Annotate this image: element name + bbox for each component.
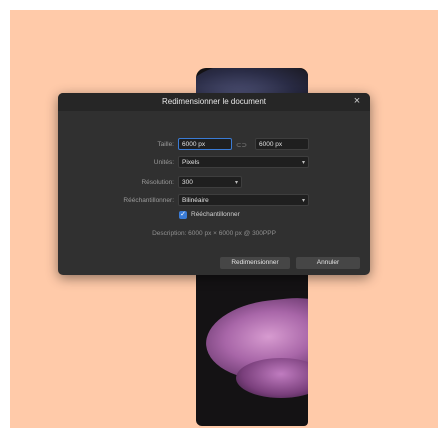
units-value: Pixels <box>182 159 200 166</box>
units-label: Unités: <box>153 159 174 166</box>
chevron-down-icon: ▾ <box>234 180 238 186</box>
size-label: Taille: <box>157 141 174 148</box>
resample-label: Rééchantillonner: <box>123 197 174 204</box>
resize-document-dialog: Redimensionner le document × Taille: 600… <box>58 93 370 275</box>
resample-checkbox[interactable]: ✓ <box>179 211 187 219</box>
chevron-down-icon: ▾ <box>301 160 305 166</box>
close-icon[interactable]: × <box>351 95 363 107</box>
units-select[interactable]: Pixels ▾ <box>178 156 309 168</box>
resize-button[interactable]: Redimensionner <box>220 257 290 269</box>
cancel-button[interactable]: Annuler <box>296 257 360 269</box>
resolution-select[interactable]: 300 ▾ <box>178 176 242 188</box>
app-window: Redimensionner le document × Taille: 600… <box>0 0 444 433</box>
artwork-finger-shape <box>236 358 308 398</box>
checkmark-icon: ✓ <box>180 211 186 218</box>
dialog-titlebar[interactable]: Redimensionner le document × <box>58 93 370 111</box>
resolution-label: Résolution: <box>141 179 174 186</box>
chevron-down-icon: ▾ <box>301 198 305 204</box>
height-input[interactable]: 6000 px <box>255 138 309 150</box>
resample-select[interactable]: Bilinéaire ▾ <box>178 194 309 206</box>
resample-value: Bilinéaire <box>182 197 209 204</box>
width-input[interactable]: 6000 px <box>178 138 232 150</box>
resolution-value: 300 <box>182 179 193 186</box>
size-description: Description: 6000 px × 6000 px @ 300PPP <box>152 230 276 237</box>
link-icon[interactable]: ⊂⊃ <box>236 141 247 149</box>
dialog-title: Redimensionner le document <box>161 97 267 106</box>
resample-checkbox-label[interactable]: Rééchantillonner <box>191 211 240 218</box>
